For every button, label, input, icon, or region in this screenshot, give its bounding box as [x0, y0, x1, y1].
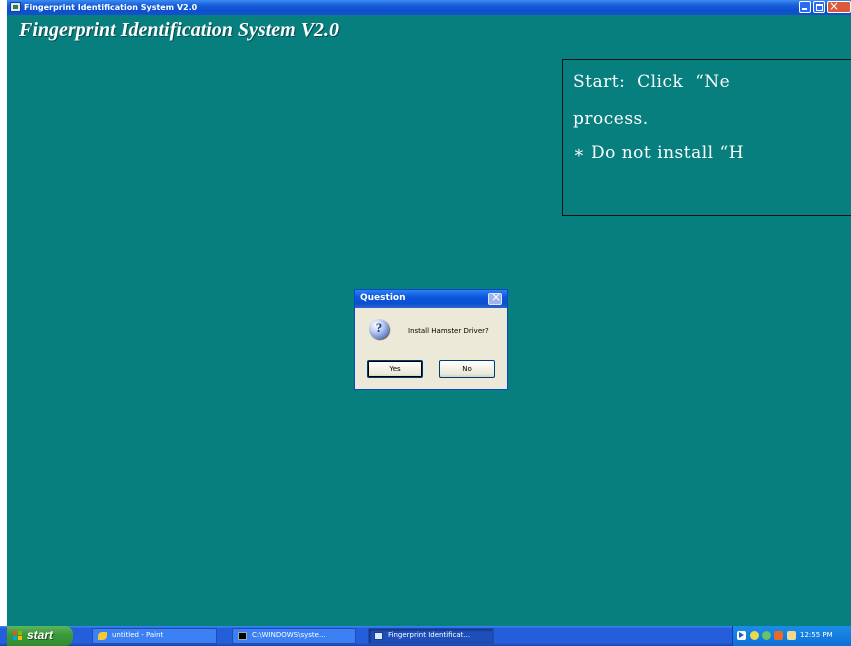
taskbar-item-paint[interactable]: untitled - Paint	[92, 628, 217, 644]
note-line-3: ∗ Do not install “H	[573, 143, 745, 163]
close-button[interactable]	[827, 0, 851, 13]
minimize-button[interactable]	[799, 1, 811, 13]
app-icon	[374, 632, 383, 640]
start-label: start	[27, 628, 54, 642]
windows-logo-icon	[13, 631, 23, 641]
cmd-icon	[238, 632, 247, 640]
dialog-message: Install Hamster Driver?	[408, 327, 489, 335]
taskbar: start untitled - Paint C:\WINDOWS\syste.…	[0, 626, 851, 646]
tray-app-icon[interactable]	[750, 631, 759, 640]
dialog-close-button[interactable]	[488, 290, 502, 305]
instruction-note: Start: Click “Ne process. ∗ Do not insta…	[562, 59, 851, 216]
taskbar-item-label: C:\WINDOWS\syste...	[252, 631, 326, 639]
yes-button[interactable]: Yes	[367, 360, 423, 378]
taskbar-item-fingerprint[interactable]: Fingerprint Identificat...	[368, 628, 494, 644]
security-icon[interactable]	[774, 631, 783, 640]
app-icon	[10, 2, 21, 12]
taskbar-item-label: untitled - Paint	[112, 631, 164, 639]
question-icon: ?	[369, 319, 389, 339]
dialog-titlebar[interactable]: Question	[355, 290, 507, 308]
note-line-1: Start: Click “Ne	[573, 72, 731, 92]
network-icon[interactable]	[762, 631, 771, 640]
start-button[interactable]: start	[7, 626, 73, 646]
taskbar-item-cmd[interactable]: C:\WINDOWS\syste...	[232, 628, 356, 644]
system-tray: 12:55 PM	[732, 626, 851, 646]
window-title: Fingerprint Identification System V2.0	[24, 3, 198, 12]
clock[interactable]: 12:55 PM	[800, 631, 833, 639]
app-heading: Fingerprint Identification System V2.0	[19, 19, 340, 41]
volume-icon[interactable]	[787, 631, 796, 640]
paint-icon	[98, 632, 107, 640]
window-titlebar[interactable]: Fingerprint Identification System V2.0	[7, 0, 851, 15]
no-button[interactable]: No	[439, 360, 495, 378]
taskbar-item-label: Fingerprint Identificat...	[388, 631, 471, 639]
note-line-2: process.	[573, 109, 649, 129]
media-icon[interactable]	[737, 631, 746, 640]
maximize-button[interactable]	[813, 1, 825, 13]
question-dialog: Question ? Install Hamster Driver? Yes N…	[354, 289, 508, 390]
dialog-title: Question	[360, 293, 406, 303]
